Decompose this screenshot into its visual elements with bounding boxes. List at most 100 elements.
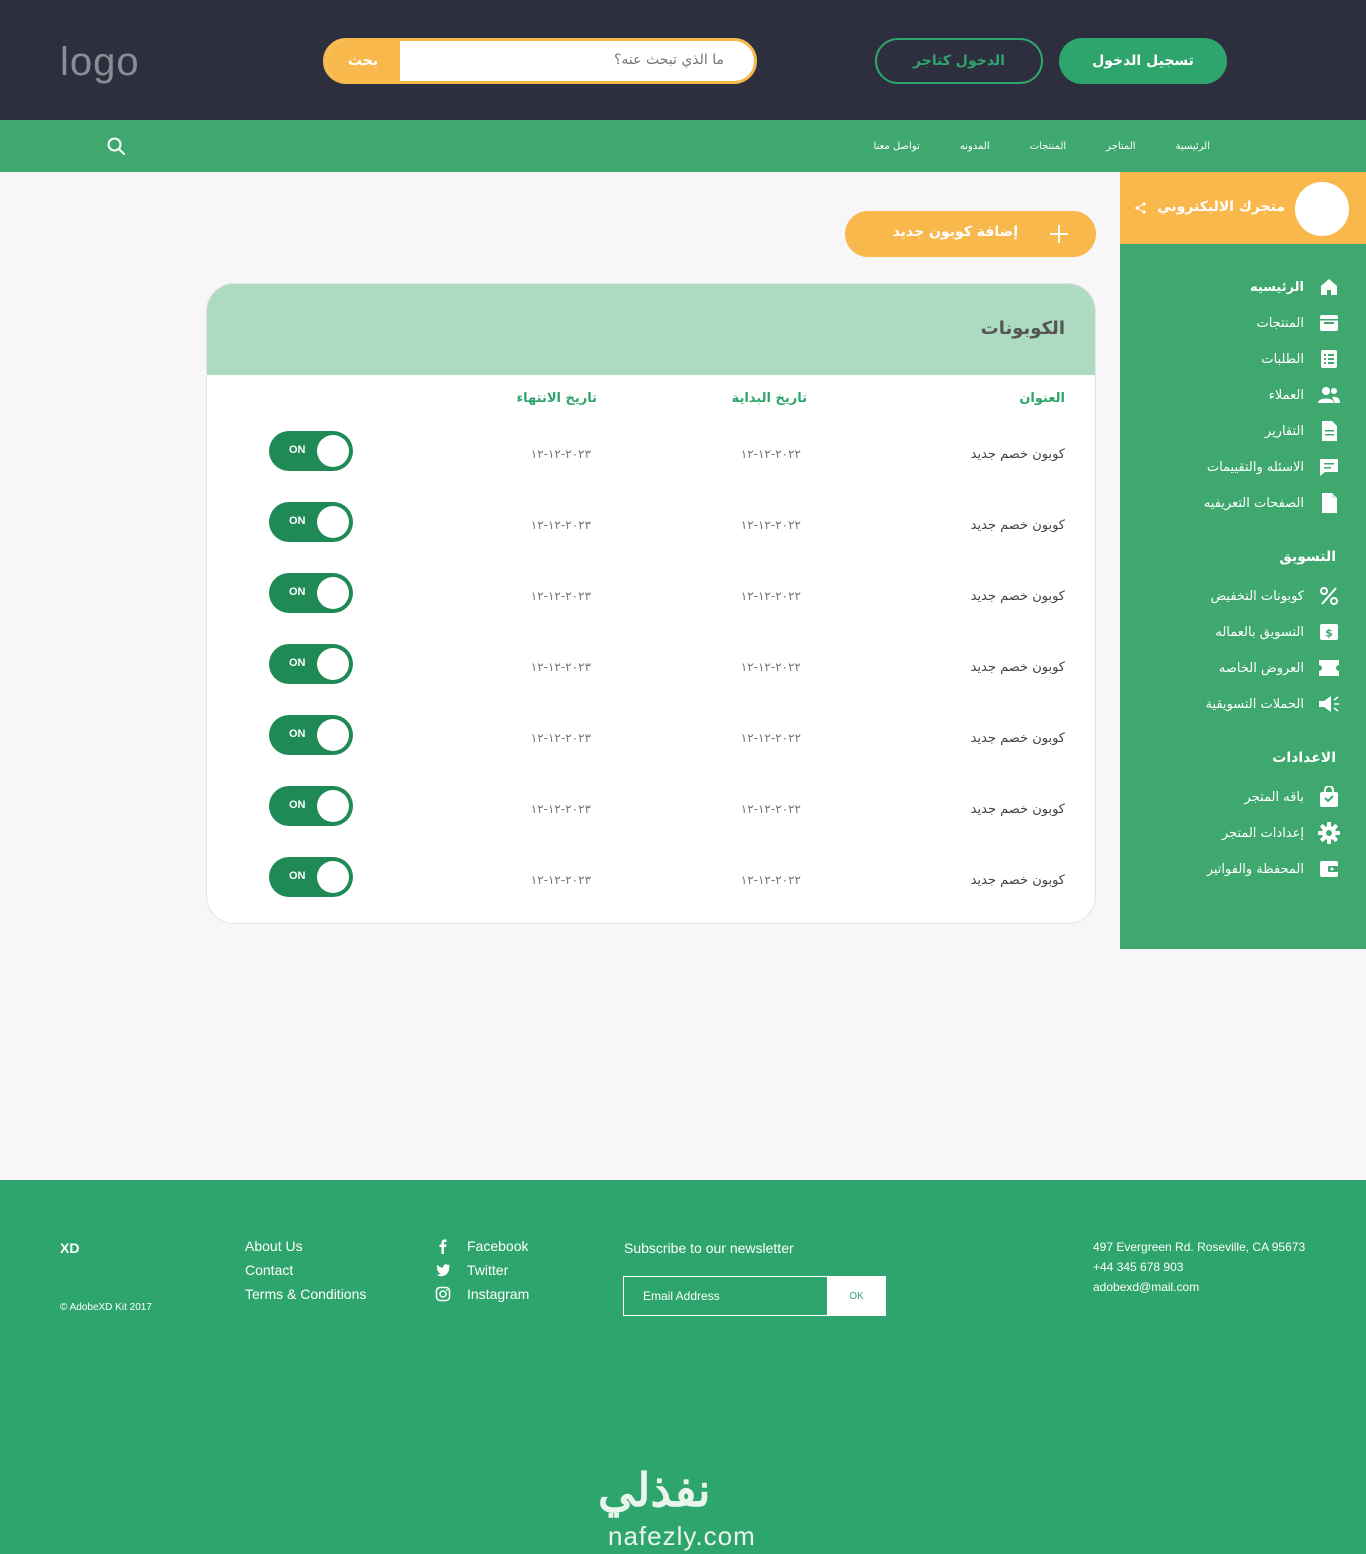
- sidebar-item-home[interactable]: الرئيسيه: [1120, 272, 1366, 302]
- column-header-end-date: تاريخ الانتهاء: [516, 391, 597, 406]
- svg-text:$: $: [1325, 627, 1333, 640]
- page-icon: [1318, 492, 1340, 514]
- coupon-toggle[interactable]: ON: [269, 644, 353, 684]
- coupon-start-date: ٢٠٢٢-١٢-١٢: [740, 660, 801, 674]
- sidebar-item-offers[interactable]: العروض الخاصه: [1120, 653, 1366, 683]
- footer-link-terms[interactable]: Terms & Conditions: [245, 1286, 366, 1302]
- search-input[interactable]: [424, 52, 724, 68]
- add-coupon-button[interactable]: إضافة كوبون جديد: [845, 211, 1096, 257]
- sidebar-item-label: كوبونات التخفيض: [1210, 588, 1304, 604]
- sidebar-section-marketing: التسويق: [1279, 549, 1336, 565]
- coupon-toggle[interactable]: ON: [269, 431, 353, 471]
- sidebar-section-settings: الاعدادات: [1272, 750, 1336, 766]
- coupon-start-date: ٢٠٢٢-١٢-١٢: [740, 731, 801, 745]
- sidebar-item-label: الصفحات التعريفيه: [1203, 495, 1304, 511]
- sidebar-item-plan[interactable]: باقه المتجر: [1120, 782, 1366, 812]
- watermark-url: nafezly.com: [608, 1521, 756, 1551]
- coupon-end-date: ٢٠٢٣-١٢-١٢: [530, 589, 591, 603]
- toggle-label: ON: [289, 515, 306, 527]
- email-field[interactable]: [623, 1276, 827, 1316]
- sidebar-item-label: الرئيسيه: [1249, 279, 1304, 295]
- table-row: كوبون خصم جديد ٢٠٢٢-١٢-١٢ ٢٠٢٣-١٢-١٢ ON: [207, 857, 1095, 923]
- users-icon: [1318, 384, 1340, 406]
- sidebar-item-campaigns[interactable]: الحملات التسويقية: [1120, 689, 1366, 719]
- sidebar-item-coupons[interactable]: كوبونات التخفيض: [1120, 581, 1366, 611]
- coupon-toggle[interactable]: ON: [269, 502, 353, 542]
- coupon-toggle[interactable]: ON: [269, 715, 353, 755]
- sidebar-item-label: المحفظة والفواتير: [1206, 861, 1304, 877]
- sidebar-item-orders[interactable]: الطلبات: [1120, 344, 1366, 374]
- search-button[interactable]: بحث: [326, 41, 400, 81]
- coupon-end-date: ٢٠٢٣-١٢-١٢: [530, 660, 591, 674]
- coupon-end-date: ٢٠٢٣-١٢-١٢: [530, 731, 591, 745]
- coupon-title: كوبون خصم جديد: [970, 447, 1065, 462]
- footer-email[interactable]: adobexd@mail.com: [1093, 1280, 1199, 1294]
- bag-icon: [1318, 786, 1340, 808]
- coupon-toggle[interactable]: ON: [269, 573, 353, 613]
- share-icon[interactable]: [1134, 201, 1148, 215]
- store-avatar[interactable]: [1295, 182, 1349, 236]
- nav-item-products[interactable]: المنتجات: [1030, 141, 1067, 152]
- sidebar-item-customers[interactable]: العملاء: [1120, 380, 1366, 410]
- facebook-icon: [439, 1239, 447, 1254]
- footer-social-twitter[interactable]: Twitter: [435, 1260, 508, 1280]
- footer-link-about[interactable]: About Us: [245, 1238, 303, 1254]
- coupon-start-date: ٢٠٢٢-١٢-١٢: [740, 447, 801, 461]
- nav-item-stores[interactable]: المتاجر: [1106, 141, 1135, 152]
- twitter-icon: [436, 1264, 450, 1277]
- toggle-label: ON: [289, 444, 306, 456]
- nav-item-contact[interactable]: تواصل معنا: [874, 141, 920, 152]
- sidebar-item-pages[interactable]: الصفحات التعريفيه: [1120, 488, 1366, 518]
- coupon-toggle[interactable]: ON: [269, 786, 353, 826]
- home-icon: [1318, 276, 1340, 298]
- footer-social-instagram[interactable]: Instagram: [435, 1284, 529, 1304]
- newsletter-title: Subscribe to our newsletter: [624, 1240, 794, 1256]
- social-label: Facebook: [467, 1238, 529, 1254]
- sidebar-item-label: العملاء: [1268, 387, 1304, 403]
- coupon-title: كوبون خصم جديد: [970, 802, 1065, 817]
- sidebar-item-label: العروض الخاصه: [1218, 660, 1304, 676]
- social-label: Instagram: [467, 1286, 530, 1302]
- sidebar-item-label: المنتجات: [1256, 315, 1304, 331]
- sidebar-item-reviews[interactable]: الاسئله والتقييمات: [1120, 452, 1366, 482]
- wallet-icon: [1318, 858, 1340, 880]
- coupon-title: كوبون خصم جديد: [970, 518, 1065, 533]
- main-nav: الرئيسية المتاجر المنتجات المدونه تواصل …: [874, 120, 1210, 172]
- coupon-title: كوبون خصم جديد: [970, 660, 1065, 675]
- toggle-knob: [317, 506, 349, 538]
- sidebar-item-products[interactable]: المنتجات: [1120, 308, 1366, 338]
- toggle-label: ON: [289, 799, 306, 811]
- sidebar-item-affiliate[interactable]: $ التسويق بالعماله: [1120, 617, 1366, 647]
- coupon-start-date: ٢٠٢٢-١٢-١٢: [740, 518, 801, 532]
- subscribe-button[interactable]: OK: [827, 1276, 886, 1316]
- nav-item-blog[interactable]: المدونه: [960, 141, 990, 152]
- sidebar-item-store-settings[interactable]: إعدادات المتجر: [1120, 818, 1366, 848]
- column-header-title: العنوان: [1019, 391, 1065, 406]
- footer-social-facebook[interactable]: Facebook: [435, 1236, 528, 1256]
- coupon-title: كوبون خصم جديد: [970, 731, 1065, 746]
- search-icon[interactable]: [106, 136, 126, 156]
- sidebar-item-label: الحملات التسويقية: [1205, 696, 1304, 712]
- coupon-title: كوبون خصم جديد: [970, 873, 1065, 888]
- toggle-label: ON: [289, 870, 306, 882]
- report-icon: [1318, 420, 1340, 442]
- nav-item-home[interactable]: الرئيسية: [1176, 141, 1210, 152]
- toggle-knob: [317, 577, 349, 609]
- add-coupon-label: إضافة كوبون جديد: [892, 224, 1018, 240]
- coupon-end-date: ٢٠٢٣-١٢-١٢: [530, 518, 591, 532]
- sidebar-item-wallet[interactable]: المحفظة والفواتير: [1120, 854, 1366, 884]
- logo[interactable]: logo: [60, 40, 140, 85]
- footer-link-contact[interactable]: Contact: [245, 1262, 293, 1278]
- coupon-toggle[interactable]: ON: [269, 857, 353, 897]
- coupon-start-date: ٢٠٢٢-١٢-١٢: [740, 589, 801, 603]
- archive-icon: [1318, 312, 1340, 334]
- login-button[interactable]: تسجيل الدخول: [1059, 38, 1227, 84]
- merchant-login-button[interactable]: الدخول كتاجر: [875, 38, 1043, 84]
- ticket-icon: [1318, 657, 1340, 679]
- coupon-end-date: ٢٠٢٣-١٢-١٢: [530, 447, 591, 461]
- column-header-start-date: تاريخ البداية: [731, 391, 807, 406]
- footer-brand: XD: [60, 1240, 80, 1256]
- sidebar-item-reports[interactable]: التقارير: [1120, 416, 1366, 446]
- dollar-icon: $: [1318, 621, 1340, 643]
- store-name: متجرك الاليكتروني: [1157, 199, 1285, 215]
